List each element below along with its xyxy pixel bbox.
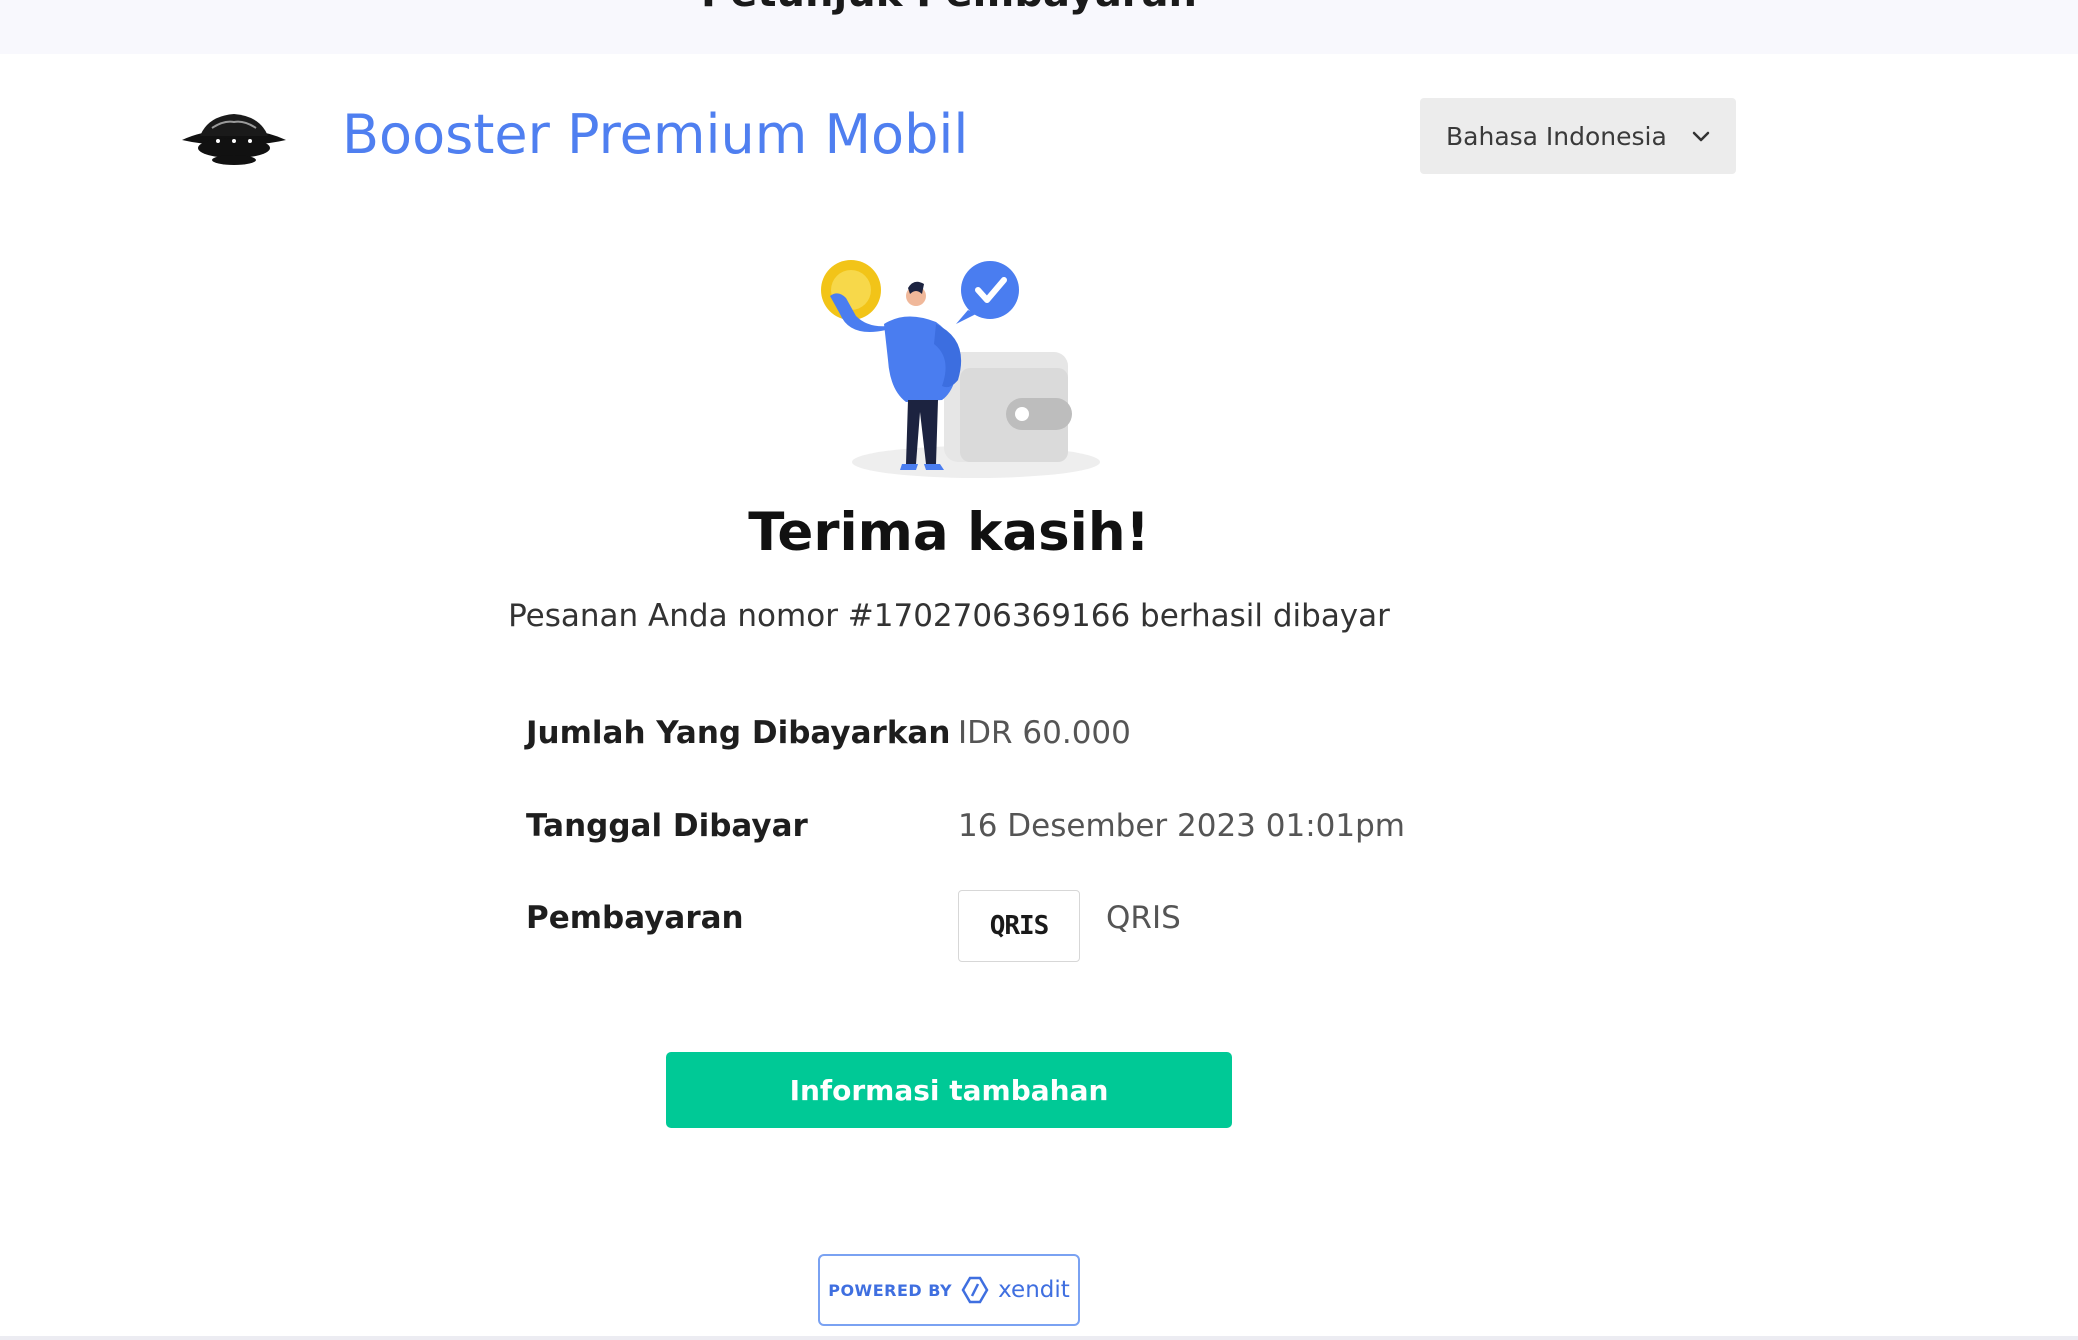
qris-logo-text: QRIS (989, 911, 1050, 941)
payment-method-value: QRIS (1106, 900, 1181, 936)
success-message: Pesanan Anda nomor #1702706369166 berhas… (508, 598, 1390, 634)
amount-value: IDR 60.000 (958, 715, 1131, 751)
payment-method-label: Pembayaran (526, 900, 744, 936)
powered-by-badge[interactable]: POWERED BY xendit (818, 1254, 1080, 1326)
paid-date-value: 16 Desember 2023 01:01pm (958, 808, 1405, 844)
page-heading-partial: Petunjuk Pembayaran (0, 0, 1898, 16)
page-bottom-divider (0, 1336, 2078, 1340)
language-select[interactable]: Bahasa Indonesia (1420, 98, 1736, 174)
paid-date-label: Tanggal Dibayar (526, 808, 808, 844)
chevron-down-icon (1692, 131, 1710, 142)
powered-by-label: POWERED BY (828, 1280, 953, 1300)
merchant-logo (178, 106, 290, 168)
merchant-name: Booster Premium Mobil (342, 103, 969, 166)
language-select-value: Bahasa Indonesia (1446, 121, 1667, 151)
more-info-button[interactable]: Informasi tambahan (666, 1052, 1232, 1128)
top-header-band: Petunjuk Pembayaran (0, 0, 2078, 54)
xendit-logo-icon (961, 1276, 989, 1304)
success-title: Terima kasih! (748, 502, 1150, 563)
powered-by-brand: xendit (998, 1277, 1070, 1303)
qris-logo: QRIS (958, 890, 1080, 962)
payment-success-illustration (810, 250, 1100, 490)
amount-label: Jumlah Yang Dibayarkan (526, 715, 951, 751)
